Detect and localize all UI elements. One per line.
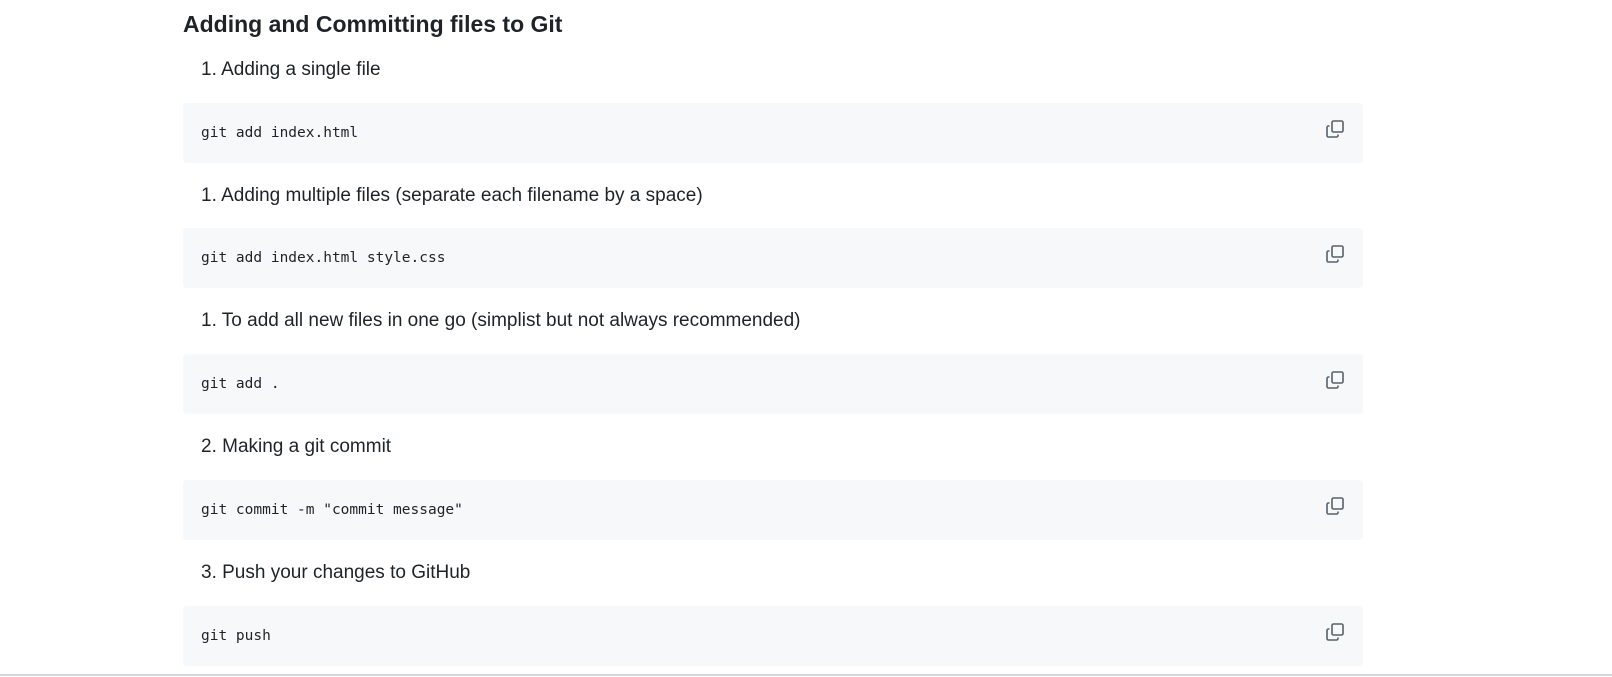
code-block: git commit -m "commit message" [183, 480, 1363, 540]
copy-button[interactable] [1323, 368, 1347, 392]
code-block: git add index.html style.css [183, 228, 1363, 288]
step-label: 2. Making a git commit [201, 436, 392, 457]
code-block: git add . [183, 354, 1363, 414]
code-snippet[interactable]: git add . [201, 374, 280, 394]
code-snippet[interactable]: git commit -m "commit message" [201, 500, 463, 520]
step-label: 3. Push your changes to GitHub [201, 562, 471, 583]
code-snippet[interactable]: git add index.html [201, 123, 358, 143]
step-label: 1. Adding a single file [201, 59, 381, 80]
copy-button[interactable] [1323, 117, 1347, 141]
copy-icon [1326, 497, 1344, 515]
copy-button[interactable] [1323, 620, 1347, 644]
code-snippet[interactable]: git push [201, 626, 271, 646]
copy-icon [1326, 120, 1344, 138]
markdown-page: Adding and Committing files to Git 1. Ad… [0, 0, 1612, 677]
section-heading: Adding and Committing files to Git [183, 11, 563, 37]
copy-icon [1326, 371, 1344, 389]
copy-button[interactable] [1323, 242, 1347, 266]
copy-icon [1326, 245, 1344, 263]
code-block: git add index.html [183, 103, 1363, 163]
bottom-divider [0, 674, 1612, 676]
copy-button[interactable] [1323, 494, 1347, 518]
step-label: 1. Adding multiple files (separate each … [201, 185, 703, 206]
copy-icon [1326, 623, 1344, 641]
code-block: git push [183, 606, 1363, 666]
code-snippet[interactable]: git add index.html style.css [201, 248, 445, 268]
step-label: 1. To add all new files in one go (simpl… [201, 310, 801, 331]
